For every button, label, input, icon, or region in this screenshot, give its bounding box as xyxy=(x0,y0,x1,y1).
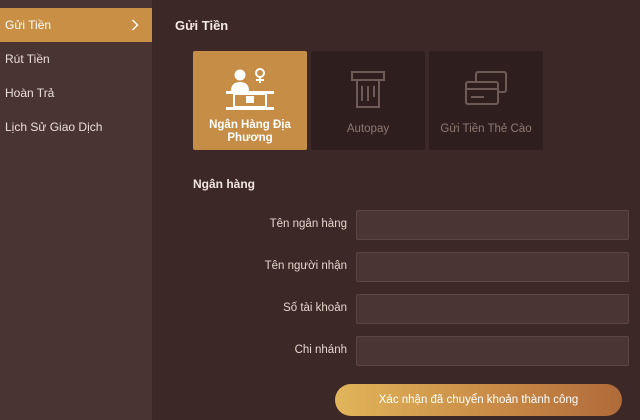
chevron-right-icon xyxy=(127,17,143,33)
page-title: Gửi Tiền xyxy=(175,18,229,33)
method-local-bank[interactable]: Ngân Hàng Địa Phương xyxy=(193,51,307,150)
sidebar-item-label: Gửi Tiền xyxy=(5,18,52,32)
method-label: Autopay xyxy=(346,123,390,135)
bank-name-input[interactable] xyxy=(356,210,629,240)
recipient-name-input[interactable] xyxy=(356,252,629,282)
field-label: Tên người nhận xyxy=(264,260,347,272)
field-label: Số tài khoản xyxy=(283,302,347,314)
sidebar-item-label: Hoàn Trả xyxy=(5,86,55,100)
field-label: Chi nhánh xyxy=(294,344,347,356)
method-scratch-card[interactable]: Gửi Tiền Thẻ Cào xyxy=(429,51,543,150)
atm-icon xyxy=(350,67,386,111)
sidebar: Gửi Tiền Rút Tiền Hoàn Trả Lịch Sử Giao … xyxy=(0,0,153,420)
field-row-bank-name: Tên ngân hàng xyxy=(153,210,640,240)
scratch-card-icon xyxy=(462,67,510,111)
sidebar-item-label: Rút Tiền xyxy=(5,52,50,66)
field-row-branch: Chi nhánh xyxy=(153,336,640,366)
method-label: Gửi Tiền Thẻ Cào xyxy=(440,123,532,135)
confirm-transfer-button[interactable]: Xác nhận đã chuyển khoản thành công xyxy=(335,384,622,416)
bank-teller-icon xyxy=(223,67,277,111)
field-row-recipient-name: Tên người nhận xyxy=(153,252,640,282)
method-autopay[interactable]: Autopay xyxy=(311,51,425,150)
main-content: Gửi Tiền Ngân Hàng Địa Phương Autopay Gử… xyxy=(153,0,640,420)
sidebar-item-hoan-tra[interactable]: Hoàn Trả xyxy=(0,76,152,110)
account-number-input[interactable] xyxy=(356,294,629,324)
deposit-method-list: Ngân Hàng Địa Phương Autopay Gửi Tiền Th… xyxy=(193,51,543,150)
branch-input[interactable] xyxy=(356,336,629,366)
sidebar-item-lich-su-giao-dich[interactable]: Lịch Sử Giao Dịch xyxy=(0,110,152,144)
sidebar-item-label: Lịch Sử Giao Dịch xyxy=(5,120,103,134)
method-label: Ngân Hàng Địa Phương xyxy=(209,119,291,144)
sidebar-item-gui-tien[interactable]: Gửi Tiền xyxy=(0,8,152,42)
section-label-bank: Ngân hàng xyxy=(193,177,255,191)
field-label: Tên ngân hàng xyxy=(269,218,347,230)
field-row-account-number: Số tài khoản xyxy=(153,294,640,324)
sidebar-item-rut-tien[interactable]: Rút Tiền xyxy=(0,42,152,76)
